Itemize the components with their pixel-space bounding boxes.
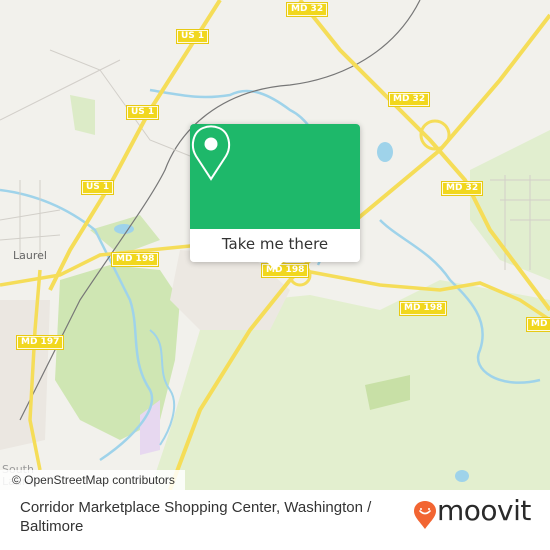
place-label-laurel: Laurel [13,249,47,262]
park-area [70,95,95,135]
moovit-pin-icon [414,501,436,529]
take-me-there-button[interactable]: Take me there [190,229,360,262]
road-shield: MD 198 [110,252,160,267]
popup-header [190,124,360,229]
road-shield: MD 197 [15,335,65,350]
lake [455,470,469,482]
map[interactable]: US 1 US 1 US 1 MD 32 MD 32 MD 32 MD 198 … [0,0,550,490]
moovit-wordmark: moovit [437,494,531,527]
map-pin-icon [191,125,231,181]
road-shield: MD 32 [387,92,431,107]
location-popup: Take me there [190,124,360,270]
lake [377,142,393,162]
road-shield: US 1 [80,180,115,195]
location-title: Corridor Marketplace Shopping Center, Wa… [20,499,372,535]
road-shield: MD 198 [398,301,448,316]
road-shield: MD 32 [285,2,329,17]
road-shield: US 1 [175,29,210,44]
popup-pointer [265,260,285,270]
minor-road [0,59,121,121]
road-shield: MD 32 [440,181,484,196]
footer: Corridor Marketplace Shopping Center, Wa… [0,490,550,550]
road-shield: US 1 [125,105,160,120]
road-shield: MD 198 [525,317,550,332]
map-attribution[interactable]: © OpenStreetMap contributors [0,470,185,490]
